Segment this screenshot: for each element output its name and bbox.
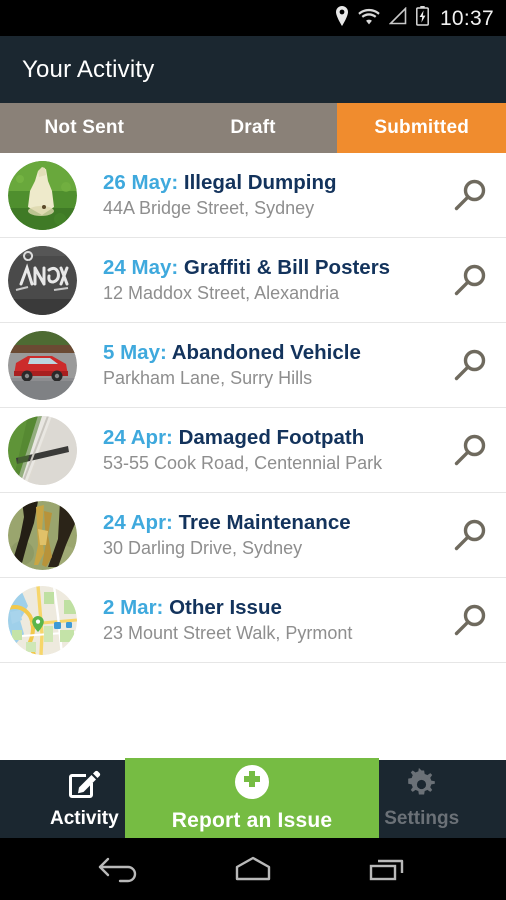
thumbnail-red-car [8, 330, 77, 400]
activity-list: 26 May: Illegal Dumping 44A Bridge Stree… [0, 153, 506, 748]
list-item[interactable]: 24 Apr: Tree Maintenance 30 Darling Driv… [0, 493, 506, 578]
battery-charging-icon [415, 5, 429, 31]
cell-signal-icon [388, 6, 407, 30]
list-item-text: 24 Apr: Tree Maintenance 30 Darling Driv… [77, 511, 444, 560]
report-an-issue-button[interactable]: Report an Issue [125, 758, 379, 838]
list-item-title: 2 Mar: Other Issue [103, 596, 444, 620]
list-item-text: 26 May: Illegal Dumping 44A Bridge Stree… [77, 171, 444, 220]
thumbnail-graffiti-wall [8, 245, 77, 315]
gear-icon [405, 767, 438, 804]
list-item-category: Tree Maintenance [178, 510, 351, 534]
list-item-category: Illegal Dumping [183, 170, 337, 194]
list-item-address: 12 Maddox Street, Alexandria [103, 282, 340, 303]
list-item-category: Abandoned Vehicle [171, 340, 361, 364]
list-item-address: 44A Bridge Street, Sydney [103, 197, 315, 218]
recent-apps-icon[interactable] [357, 846, 417, 892]
tab-draft[interactable]: Draft [168, 103, 338, 153]
list-item-date: 2 Mar: [103, 595, 170, 619]
thumbnail-map-location [8, 585, 77, 655]
list-item-date: 26 May: [103, 170, 184, 194]
edit-square-icon [68, 768, 101, 804]
tab-bar: Not Sent Draft Submitted [0, 103, 506, 153]
plus-circle-icon [233, 763, 271, 804]
list-item-address: 53-55 Cook Road, Centennial Park [103, 452, 383, 473]
list-item-title: 26 May: Illegal Dumping [103, 171, 444, 195]
app-header: Your Activity [0, 36, 506, 103]
thumbnail-dumped-bag [8, 160, 77, 230]
list-item-address: 30 Darling Drive, Sydney [103, 537, 303, 558]
bottom-nav-area: Activity Settings Report an Issue [0, 748, 506, 838]
list-item[interactable]: 5 May: Abandoned Vehicle Parkham Lane, S… [0, 323, 506, 408]
list-item-title: 5 May: Abandoned Vehicle [103, 341, 444, 365]
list-item[interactable]: 24 May: Graffiti & Bill Posters 12 Maddo… [0, 238, 506, 323]
nav-label-activity: Activity [50, 808, 119, 829]
list-item-title: 24 May: Graffiti & Bill Posters [103, 256, 444, 280]
list-item-address: 23 Mount Street Walk, Pyrmont [103, 622, 353, 643]
list-item-category: Damaged Footpath [178, 425, 365, 449]
list-item[interactable]: 2 Mar: Other Issue 23 Mount Street Walk,… [0, 578, 506, 663]
tab-submitted[interactable]: Submitted [337, 103, 506, 153]
wifi-icon [358, 7, 380, 30]
list-item-category: Graffiti & Bill Posters [183, 255, 391, 279]
status-bar-time: 10:37 [439, 6, 494, 30]
magnifier-icon[interactable] [444, 601, 506, 639]
magnifier-icon[interactable] [444, 346, 506, 384]
report-an-issue-label: Report an Issue [171, 809, 333, 832]
list-item-date: 24 May: [103, 255, 184, 279]
list-item[interactable]: 26 May: Illegal Dumping 44A Bridge Stree… [0, 153, 506, 238]
nav-label-settings: Settings [384, 808, 460, 829]
list-item-date: 5 May: [103, 340, 172, 364]
list-item-text: 5 May: Abandoned Vehicle Parkham Lane, S… [77, 341, 444, 390]
thumbnail-damaged-tree [8, 500, 77, 570]
list-item-title: 24 Apr: Tree Maintenance [103, 511, 444, 535]
list-item-address: Parkham Lane, Surry Hills [103, 367, 313, 388]
status-bar: 10:37 [0, 0, 506, 36]
thumbnail-cracked-footpath [8, 415, 77, 485]
tab-not-sent[interactable]: Not Sent [0, 103, 169, 153]
list-item-date: 24 Apr: [103, 425, 179, 449]
home-icon[interactable] [223, 846, 283, 892]
list-item-date: 24 Apr: [103, 510, 179, 534]
status-bar-icons [335, 5, 429, 31]
list-item[interactable]: 24 Apr: Damaged Footpath 53-55 Cook Road… [0, 408, 506, 493]
magnifier-icon[interactable] [444, 516, 506, 554]
back-arrow-icon[interactable] [89, 846, 149, 892]
list-item-text: 2 Mar: Other Issue 23 Mount Street Walk,… [77, 596, 444, 645]
magnifier-icon[interactable] [444, 261, 506, 299]
phone-screen: 10:37 Your Activity Not Sent Draft Submi… [0, 0, 506, 900]
list-item-title: 24 Apr: Damaged Footpath [103, 426, 444, 450]
magnifier-icon[interactable] [444, 431, 506, 469]
list-item-text: 24 May: Graffiti & Bill Posters 12 Maddo… [77, 256, 444, 305]
list-item-text: 24 Apr: Damaged Footpath 53-55 Cook Road… [77, 426, 444, 475]
list-item-category: Other Issue [169, 595, 282, 619]
magnifier-icon[interactable] [444, 176, 506, 214]
page-title: Your Activity [22, 55, 155, 83]
android-navigation-bar [0, 838, 506, 900]
location-pin-icon [335, 5, 349, 31]
